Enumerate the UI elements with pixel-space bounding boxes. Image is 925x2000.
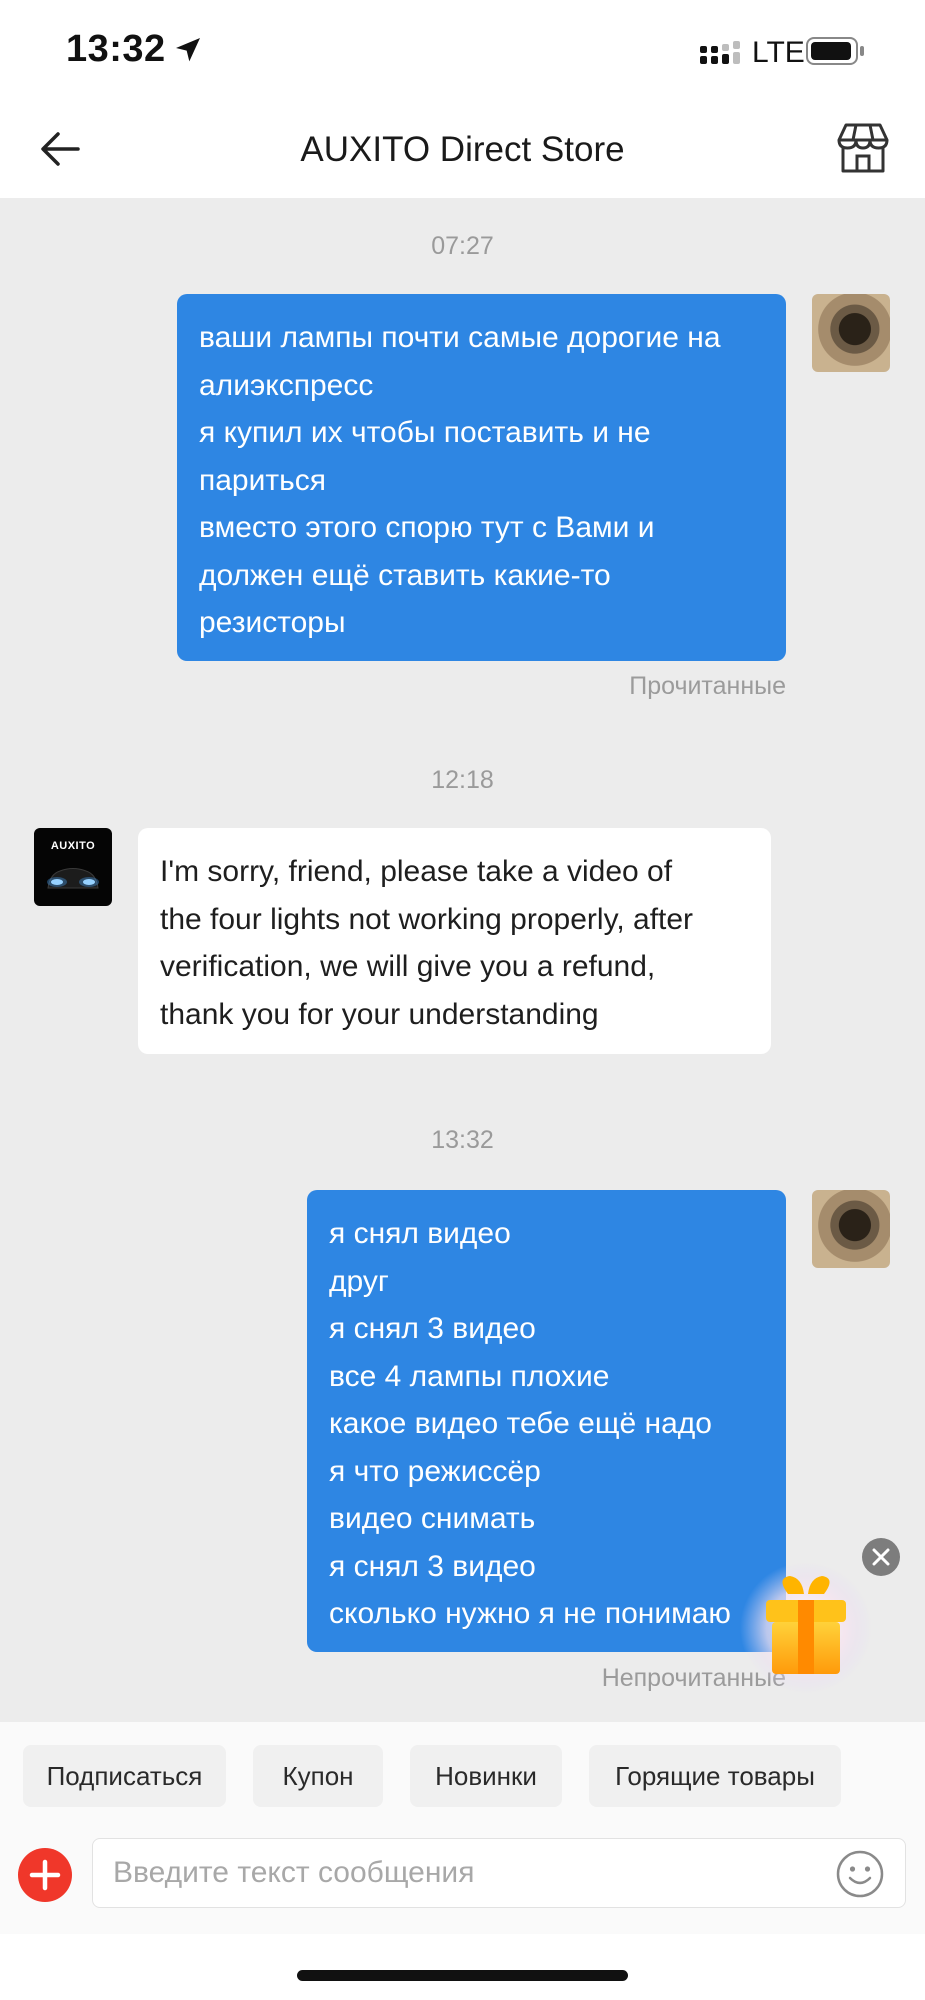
message-line: я что режиссёр bbox=[329, 1454, 541, 1488]
message-line: the four lights not working properly, af… bbox=[160, 902, 694, 936]
emoji-icon[interactable] bbox=[835, 1849, 885, 1899]
message-line: вместо этого спорю тут с Вами и bbox=[199, 511, 655, 544]
message-placeholder: Введите текст сообщения bbox=[113, 1856, 475, 1889]
message-line: я снял видео bbox=[329, 1217, 511, 1250]
chat-header: AUXITO Direct Store bbox=[0, 100, 925, 198]
user-avatar[interactable] bbox=[812, 294, 890, 372]
message-timestamp: 13:32 bbox=[431, 1126, 494, 1154]
read-status: Непрочитанные bbox=[601, 1664, 786, 1692]
car-logo-icon bbox=[47, 868, 99, 889]
message-line: verification, we will give you a refund, bbox=[160, 950, 656, 983]
store-logo-text: AUXITO bbox=[50, 840, 96, 852]
message-input[interactable]: Введите текст сообщения bbox=[92, 1838, 906, 1908]
incoming-message[interactable]: I'm sorry, friend, please take a video o… bbox=[138, 828, 771, 1054]
status-bar: 13:32 LTE bbox=[0, 0, 925, 100]
quick-actions-bar: Подписаться Купон Новинки Горящие товары bbox=[0, 1722, 925, 1832]
page-title: AUXITO Direct Store bbox=[300, 130, 625, 169]
message-line: париться bbox=[199, 463, 326, 497]
message-line: алиэкспресс bbox=[199, 368, 374, 402]
location-arrow-icon bbox=[176, 38, 200, 62]
network-label: LTE bbox=[752, 36, 805, 69]
subscribe-chip[interactable]: Подписаться bbox=[23, 1745, 226, 1807]
add-attachment-button[interactable] bbox=[18, 1848, 72, 1902]
message-timestamp: 12:18 bbox=[431, 766, 494, 794]
message-line: сколько нужно я не понимаю bbox=[329, 1597, 731, 1630]
new-arrivals-chip[interactable]: Новинки bbox=[410, 1745, 562, 1807]
battery-icon bbox=[806, 37, 864, 65]
outgoing-message[interactable]: ваши лампы почти самые дорогие на алиэкс… bbox=[177, 294, 786, 661]
store-icon[interactable] bbox=[836, 122, 890, 174]
store-avatar[interactable]: AUXITO bbox=[34, 828, 112, 906]
message-line: я купил их чтобы поставить и не bbox=[199, 416, 651, 449]
plus-icon bbox=[29, 1859, 61, 1891]
message-line: видео снимать bbox=[329, 1502, 536, 1535]
message-line: должен ещё ставить какие-то bbox=[199, 558, 611, 592]
message-line: я снял 3 видео bbox=[329, 1312, 536, 1345]
message-line: резисторы bbox=[199, 606, 346, 639]
message-line: thank you for your understanding bbox=[160, 997, 599, 1031]
message-input-bar: Введите текст сообщения bbox=[0, 1832, 925, 1934]
status-time: 13:32 bbox=[66, 28, 166, 70]
signal-icon bbox=[700, 41, 740, 64]
message-line: все 4 лампы плохие bbox=[329, 1359, 610, 1393]
message-line: я снял 3 видео bbox=[329, 1549, 536, 1583]
user-avatar[interactable] bbox=[812, 1190, 890, 1268]
outgoing-message[interactable]: я снял видео друг я снял 3 видео все 4 л… bbox=[307, 1190, 786, 1652]
message-timestamp: 07:27 bbox=[431, 232, 494, 260]
home-indicator[interactable] bbox=[297, 1970, 628, 1981]
message-line: друг bbox=[329, 1264, 389, 1298]
read-status: Прочитанные bbox=[629, 672, 786, 700]
message-line: какое видео тебе ещё надо bbox=[329, 1407, 712, 1440]
message-line: I'm sorry, friend, please take a video o… bbox=[160, 855, 673, 888]
gift-icon[interactable] bbox=[738, 1560, 874, 1696]
home-indicator-area bbox=[0, 1934, 925, 2000]
hot-products-chip[interactable]: Горящие товары bbox=[589, 1745, 841, 1807]
message-line: ваши лампы почти самые дорогие на bbox=[199, 321, 721, 354]
coupon-chip[interactable]: Купон bbox=[253, 1745, 383, 1807]
chat-area[interactable]: 07:27 ваши лампы почти самые дорогие на … bbox=[0, 198, 925, 1722]
